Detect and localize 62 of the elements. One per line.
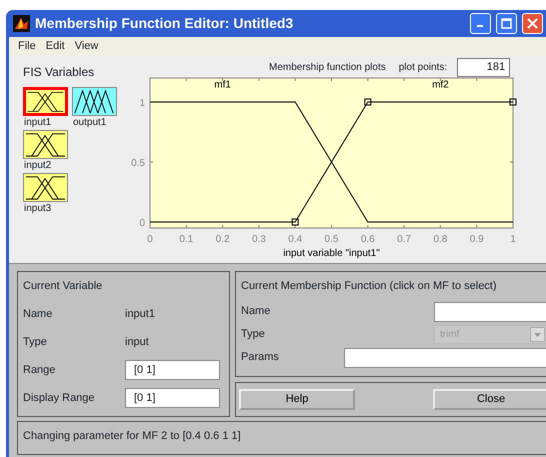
variable-icon[interactable] bbox=[23, 86, 68, 116]
field-label: Type bbox=[23, 334, 48, 350]
plot-title: Membership function plots bbox=[269, 60, 386, 75]
handle-marker[interactable] bbox=[364, 98, 372, 106]
status-message: Changing parameter for MF 2 to [0.4 0.6 1 1] bbox=[23, 430, 241, 442]
x-tick-label: 0 bbox=[147, 234, 153, 245]
x-tick-label: 0.7 bbox=[397, 234, 412, 245]
app-icon bbox=[13, 15, 30, 32]
y-tick-label: 0 bbox=[139, 218, 145, 229]
membership-curves-drawing[interactable] bbox=[150, 101, 514, 222]
caret-icon bbox=[534, 332, 541, 336]
variable-icon[interactable] bbox=[72, 86, 117, 116]
dialog-button[interactable]: Close bbox=[433, 389, 546, 410]
close-icon bbox=[527, 18, 538, 29]
variable-label: input3 bbox=[24, 202, 52, 216]
axis-label: input variable "input1" bbox=[283, 248, 380, 259]
field-label: Type bbox=[241, 327, 265, 342]
y-tick-label: 1 bbox=[139, 98, 145, 109]
menu-item[interactable]: File bbox=[13, 38, 41, 54]
panel-title: Current Membership Function (click on MF to select) bbox=[241, 279, 498, 294]
variable-label: input2 bbox=[24, 158, 52, 173]
x-tick-label: 0.6 bbox=[360, 234, 375, 245]
x-tick-label: 0.4 bbox=[288, 234, 302, 245]
field-value: input1 bbox=[125, 306, 155, 322]
handle-marker[interactable] bbox=[292, 218, 299, 226]
maximize-button[interactable] bbox=[496, 13, 517, 34]
field-label: Name bbox=[241, 304, 270, 320]
x-tick-label: 0.2 bbox=[216, 234, 230, 245]
field-label: Name bbox=[23, 306, 54, 322]
panel-title: Current Variable bbox=[23, 279, 104, 294]
x-tick-label: 0.5 bbox=[324, 234, 338, 245]
handle-marker[interactable] bbox=[510, 98, 516, 106]
close-button[interactable] bbox=[522, 13, 543, 34]
input-field[interactable] bbox=[344, 348, 546, 368]
field-label: Display Range bbox=[23, 390, 96, 406]
plot-points-field[interactable]: 181 bbox=[457, 58, 510, 77]
input-field[interactable]: [0 1] bbox=[125, 360, 220, 380]
menu-item[interactable]: View bbox=[70, 38, 104, 54]
x-tick-label: 0.8 bbox=[433, 234, 448, 245]
x-tick-label: 0.3 bbox=[252, 234, 266, 245]
variable-label: output1 bbox=[73, 116, 106, 130]
y-tick-label: 0.5 bbox=[131, 158, 145, 169]
minimize-button[interactable] bbox=[470, 13, 491, 34]
input-field[interactable] bbox=[434, 302, 546, 322]
section-title: FIS Variables bbox=[23, 64, 96, 81]
field-label: Params bbox=[241, 350, 279, 366]
x-tick-label: 0.9 bbox=[470, 234, 484, 245]
field-label: plot points: bbox=[398, 60, 448, 75]
menu-item[interactable]: Edit bbox=[40, 38, 70, 54]
curve-label: mf1 bbox=[214, 79, 231, 90]
curve-label: mf2 bbox=[432, 79, 449, 90]
window-title: Membership Function Editor: Untitled3 bbox=[35, 14, 294, 33]
input-field[interactable]: [0 1] bbox=[125, 388, 220, 408]
field-value: input bbox=[125, 334, 149, 350]
maximize-icon bbox=[501, 18, 512, 29]
x-tick-label: 1 bbox=[510, 234, 516, 245]
variable-icon[interactable] bbox=[23, 172, 68, 202]
variable-label: input1 bbox=[24, 116, 52, 130]
dialog-button[interactable]: Help bbox=[239, 389, 355, 410]
x-tick-label: 0.1 bbox=[179, 234, 194, 245]
variable-icon[interactable] bbox=[23, 130, 68, 159]
field-label: Range bbox=[23, 362, 56, 378]
